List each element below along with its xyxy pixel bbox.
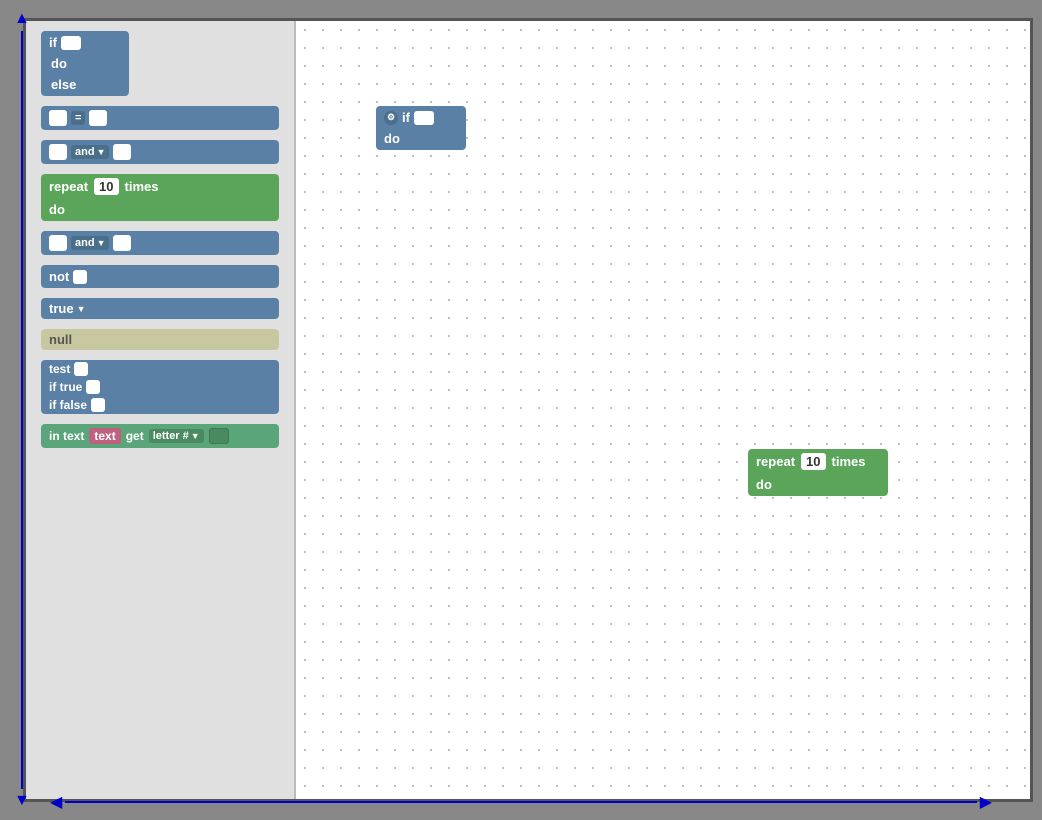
text-get-get-label: get [126,429,144,443]
left-arrow-icon: ◀ [50,792,62,812]
and-slot-right [113,144,131,160]
null-label: null [49,332,72,347]
and-dropdown[interactable]: and ▼ [71,145,109,159]
if-do-else-block[interactable]: if do else [41,31,129,96]
workspace-canvas[interactable]: ⚙ if do repeat 10 times do [296,21,1030,799]
repeat-arm-sidebar [73,201,103,217]
not-block[interactable]: not [41,265,279,288]
gear-icon[interactable]: ⚙ [384,111,398,125]
compare-slot-right [89,110,107,126]
and-block-1[interactable]: and ▼ [41,140,279,164]
text-slot[interactable]: text [89,428,120,444]
and-block-2[interactable]: and ▼ [41,231,279,255]
ternary-test-label: test [49,362,70,376]
true-block[interactable]: true ▼ [41,298,279,319]
else-arm [82,78,106,92]
bottom-arrow-line [65,801,976,803]
else-label: else [51,77,76,92]
repeat-times-sidebar: times [125,179,159,194]
canvas-repeat-label: repeat [756,454,795,469]
if-label: if [49,35,57,50]
and-slot-left [49,144,67,160]
text-get-end-slot [209,428,229,444]
text-get-dropdown-arrow: ▼ [191,431,200,441]
canvas-repeat-times: times [832,454,866,469]
and2-dropdown-arrow: ▼ [97,238,106,248]
text-get-in-text-label: in text [49,429,84,443]
do-arm [73,57,97,71]
ternary-iffalse-label: if false [49,398,87,412]
and-label-1: and [75,146,95,158]
down-arrow-icon: ▼ [14,792,30,810]
repeat-do-sidebar: do [49,202,65,217]
and2-slot-left [49,235,67,251]
repeat-num-sidebar[interactable]: 10 [94,178,118,195]
repeat-block-sidebar[interactable]: repeat 10 times do [41,174,279,221]
up-arrow-icon: ▲ [14,10,30,28]
text-get-dropdown-label: letter # [153,430,189,442]
ternary-iftrue-slot [86,380,100,394]
ternary-iftrue-label: if true [49,380,82,394]
not-label: not [49,269,69,284]
and2-dropdown[interactable]: and ▼ [71,236,109,250]
ternary-block[interactable]: test if true if false [41,360,279,414]
null-block[interactable]: null [41,329,279,350]
canvas-do-arm [406,132,430,146]
canvas-if-label: if [402,110,410,125]
ternary-test-slot [74,362,88,376]
text-get-dropdown[interactable]: letter # ▼ [149,429,204,443]
repeat-label-sidebar: repeat [49,179,88,194]
true-dropdown-arrow: ▼ [77,304,86,314]
canvas-do-label: do [384,131,400,146]
block-palette: if do else = and ▼ [26,21,296,799]
canvas-repeat-arm [780,476,810,492]
compare-op: = [71,111,85,125]
canvas-repeat-do: do [756,477,772,492]
canvas-repeat-num[interactable]: 10 [801,453,825,470]
ternary-iffalse-slot [91,398,105,412]
true-label: true [49,301,74,316]
compare-slot-left [49,110,67,126]
text-slot-label: text [94,429,115,443]
if-socket [61,36,81,50]
canvas-if-socket [414,111,434,125]
and-label-2: and [75,237,95,249]
left-arrow-line [21,31,23,789]
not-slot [73,270,87,284]
canvas-if-block[interactable]: ⚙ if do [376,106,466,150]
canvas-repeat-block[interactable]: repeat 10 times do [748,449,888,496]
compare-block[interactable]: = [41,106,279,130]
text-get-block[interactable]: in text text get letter # ▼ [41,424,279,448]
and2-slot-right [113,235,131,251]
and-dropdown-arrow: ▼ [97,147,106,157]
do-label: do [51,56,67,71]
right-arrow-icon: ▶ [980,792,992,812]
